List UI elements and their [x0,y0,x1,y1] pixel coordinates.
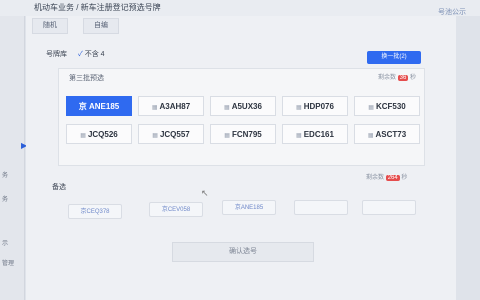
backup-plate[interactable]: 京CEV058 [149,202,203,217]
sidebar-item[interactable]: 务 [2,194,8,203]
sidebar-item[interactable]: 管理 [2,258,14,267]
plate-option[interactable]: ▦ A5UX36 [210,96,276,116]
exclude-four-checkbox[interactable]: ✓ 不含 4 [78,49,105,59]
backup-countdown-badge: 264 [385,175,400,181]
plate-prefix-icon: ▦ [368,105,374,111]
plate-text: FCN795 [231,130,262,139]
confirm-selection-button[interactable]: 确认选号 [172,242,314,262]
plate-prefix-icon: ▦ [296,105,302,111]
backup-countdown: 剩余数 264 秒 [366,172,448,181]
plate-text: ASCT73 [375,130,407,139]
countdown-unit: 秒 [409,75,416,81]
plate-text: EDC161 [303,130,334,139]
plate-option[interactable]: ▦ FCN795 [210,124,276,144]
plate-text: HDP076 [303,102,334,111]
plate-option[interactable]: ▦ KCF530 [354,96,420,116]
countdown: 剩余数 36 秒 [378,72,416,81]
plate-prefix-icon: ▦ [296,133,302,139]
main-content: 随机 自编 号牌库 ✓ 不含 4 换一批(2) 第三批预选 剩余数 36 秒 京… [26,16,456,300]
plate-pool-label: 号牌库 [46,51,67,58]
refresh-batch-button[interactable]: 换一批(2) [367,51,421,64]
plate-text: A5UX36 [231,102,262,111]
exclude-four-label: 不含 4 [84,51,105,58]
plate-text: A3AH87 [159,102,191,111]
sidebar: 务 务 示 管理 ▶ [0,16,27,300]
plate-option[interactable]: ▦ A3AH87 [138,96,204,116]
plate-option[interactable]: ▦ JCQ526 [66,124,132,144]
countdown-badge: 36 [397,75,409,81]
countdown-label: 剩余数 [377,75,396,81]
sidebar-item[interactable]: 示 [2,238,8,247]
preselect-panel: 第三批预选 剩余数 36 秒 京 ANE185 ▦ A3AH87 ▦ A5UX36 … [58,68,425,166]
sidebar-item[interactable]: 务 [2,170,8,179]
panel-title: 第三批预选 [69,75,104,82]
backup-countdown-unit: 秒 [401,175,408,181]
plate-option[interactable]: 京 ANE185 [66,96,132,116]
plate-option[interactable]: ▦ EDC161 [282,124,348,144]
backup-countdown-label: 剩余数 [366,175,385,181]
plate-option[interactable]: ▦ JCQ557 [138,124,204,144]
backup-plate[interactable]: 京ANE185 [222,200,276,215]
top-bar: 机动车业务 / 新车注册登记预选号牌 号池公示 [0,0,480,16]
backup-plate-empty[interactable] [294,200,348,215]
plate-prefix-icon: ▦ [367,133,374,139]
plate-text: KCF530 [375,102,406,111]
plate-text: JCQ526 [87,130,118,139]
plate-option[interactable]: ▦ ASCT73 [354,124,420,144]
backup-label: 备选 [52,184,66,191]
plate-prefix-icon: ▦ [224,105,230,111]
plate-prefix-icon: ▦ [224,133,230,139]
tab-custom[interactable]: 自编 [83,18,119,34]
plate-prefix-icon: ▦ [152,133,158,139]
breadcrumb: 机动车业务 / 新车注册登记预选号牌 [34,3,161,12]
plate-text: 京 ANE185 [78,102,120,111]
plate-text: JCQ557 [159,130,190,139]
check-icon: ✓ [78,51,83,58]
tab-random[interactable]: 随机 [32,18,68,34]
backup-plate-empty[interactable] [362,200,416,215]
backup-plate[interactable]: 京CEQ378 [68,204,122,219]
mouse-cursor-icon: ↖ [201,188,209,198]
plate-prefix-icon: ▦ [80,133,86,139]
plate-option[interactable]: ▦ HDP076 [282,96,348,116]
plate-prefix-icon: ▦ [151,105,158,111]
